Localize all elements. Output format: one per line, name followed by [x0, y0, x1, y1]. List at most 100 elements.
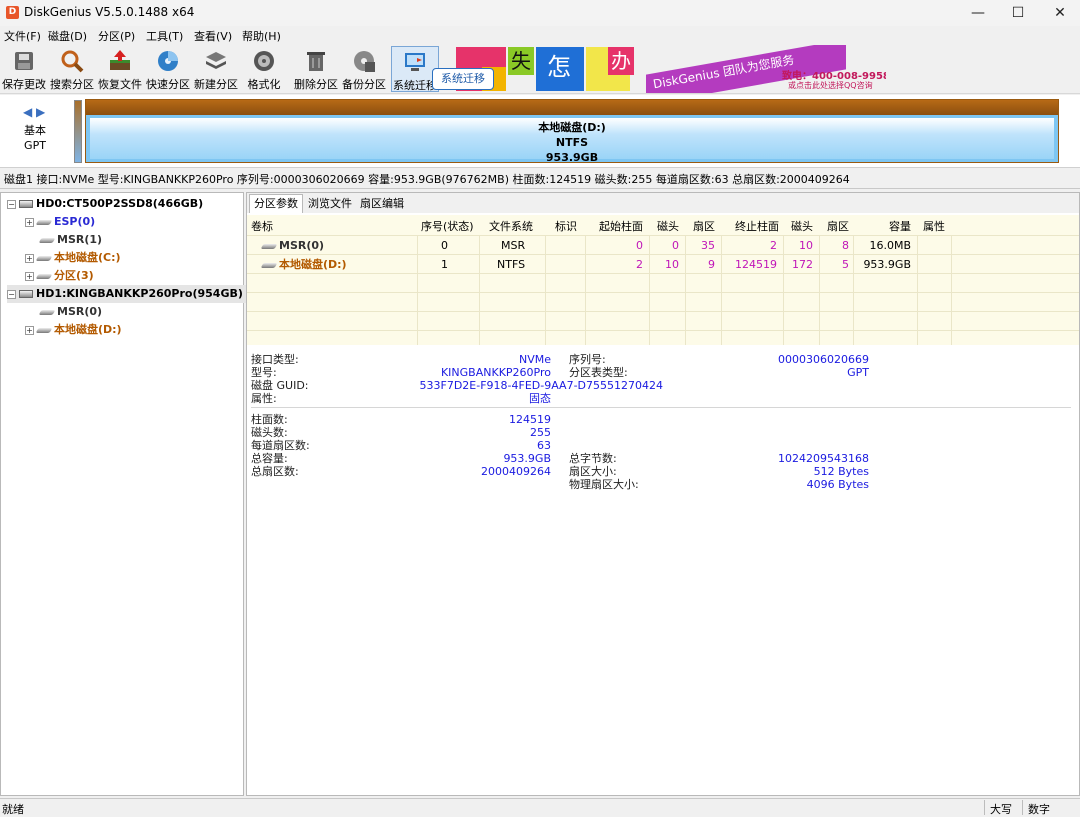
minimize-button[interactable]: — — [956, 0, 1000, 26]
detail-label: 柱面数: — [251, 413, 288, 426]
tree-item-part3[interactable]: + 分区(3) — [25, 267, 94, 285]
partition-icon — [35, 273, 53, 279]
cell-label: 本地磁盘(D:) — [259, 255, 347, 274]
detail-value: 4096 Bytes — [806, 478, 869, 491]
tab-partition-params[interactable]: 分区参数 — [249, 194, 303, 213]
save-icon — [15, 52, 33, 70]
disk-tree: − HD0:CT500P2SSD8(466GB) + ESP(0) MSR(1) +… — [0, 192, 247, 796]
quick-partition-label: 快速分区 — [146, 78, 190, 91]
recover-files-button[interactable]: 恢复文件 — [96, 46, 144, 92]
detail-label: 磁盘 GUID: — [251, 379, 309, 392]
tree-label: MSR(1) — [57, 233, 103, 246]
quick-partition-icon — [158, 51, 178, 71]
detail-value: 953.9GB — [503, 452, 551, 465]
title-bar: D DiskGenius V5.5.0.1488 x64 — ☐ ✕ — [0, 0, 1080, 26]
expand-icon[interactable]: + — [25, 253, 34, 263]
new-partition-label: 新建分区 — [194, 78, 238, 91]
format-label: 格式化 — [247, 78, 281, 91]
save-changes-button[interactable]: 保存更改 — [0, 46, 48, 92]
tree-item-c[interactable]: + 本地磁盘(C:) — [25, 249, 121, 267]
cell-end-head: 10 — [799, 239, 813, 252]
msr-partition-block[interactable] — [74, 100, 82, 163]
detail-value: 固态 — [529, 392, 551, 405]
detail-value: NVMe — [518, 353, 551, 366]
backup-partition-button[interactable]: 备份分区 — [340, 46, 388, 92]
cell-end-head: 172 — [792, 258, 813, 271]
menu-tools[interactable]: 工具(T) — [146, 28, 183, 44]
tree-item-msr0[interactable]: MSR(0) — [37, 303, 102, 321]
status-divider — [1022, 800, 1023, 815]
table-row[interactable]: MSR(0) 0 MSR 0 0 35 2 10 8 16.0MB — [247, 235, 1079, 254]
cell-index: 0 — [441, 239, 448, 252]
disk-details: 接口类型: NVMe 序列号: 0000306020669 型号: KINGBA… — [247, 347, 1079, 795]
expand-icon[interactable]: + — [25, 271, 34, 281]
tab-browse-files[interactable]: 浏览文件 — [305, 194, 355, 213]
ad-banner[interactable]: 失 怎 办 DiskGenius 团队为您服务 致电：400-008-9958 … — [456, 45, 886, 93]
tree-item-hd1[interactable]: − HD1:KINGBANKKP260Pro(954GB) — [7, 285, 247, 303]
cell-start-sector: 35 — [701, 239, 715, 252]
menu-partition[interactable]: 分区(P) — [98, 28, 135, 44]
table-row[interactable]: 本地磁盘(D:) 1 NTFS 2 10 9 124519 172 5 953.… — [247, 254, 1079, 273]
backup-icon — [354, 51, 375, 72]
col-header: 标识 — [555, 220, 577, 233]
detail-label: 总字节数: — [569, 452, 617, 465]
disk-info-line: 磁盘1 接口:NVMe 型号:KINGBANKKP260Pro 序列号:0000… — [4, 173, 850, 186]
format-button[interactable]: 格式化 — [240, 46, 288, 92]
tree-label: 本地磁盘(D:) — [54, 323, 122, 336]
tree-item-msr1[interactable]: MSR(1) — [37, 231, 102, 249]
ad-tile: 失 — [508, 47, 534, 75]
tab-bar: 分区参数 浏览文件 扇区编辑 — [247, 193, 1079, 213]
tree-item-hd0[interactable]: − HD0:CT500P2SSD8(466GB) — [7, 195, 203, 213]
menu-file[interactable]: 文件(F) — [4, 28, 41, 44]
menu-view[interactable]: 查看(V) — [194, 28, 232, 44]
tree-item-esp[interactable]: + ESP(0) — [25, 213, 95, 231]
ad-qq-link[interactable]: 或点击此处选择QQ咨询 — [788, 80, 873, 91]
delete-partition-button[interactable]: 删除分区 — [292, 46, 340, 92]
cell-start-head: 10 — [665, 258, 679, 271]
detail-value: 0000306020669 — [778, 353, 869, 366]
cell-label: MSR(0) — [259, 236, 324, 255]
expand-icon[interactable]: + — [25, 217, 34, 227]
disk-icon — [19, 290, 33, 298]
detail-label: 扇区大小: — [569, 465, 617, 478]
tree-item-d[interactable]: + 本地磁盘(D:) — [25, 321, 122, 339]
partition-table: 卷标 序号(状态) 文件系统 标识 起始柱面 磁头 扇区 终止柱面 磁头 扇区 … — [247, 215, 1079, 345]
collapse-icon[interactable]: − — [7, 199, 16, 209]
collapse-icon[interactable]: − — [7, 289, 16, 299]
detail-label: 型号: — [251, 366, 277, 379]
maximize-button[interactable]: ☐ — [996, 0, 1040, 26]
partition-block-d[interactable]: 本地磁盘(D:) NTFS 953.9GB — [85, 99, 1059, 163]
tab-sector-edit[interactable]: 扇区编辑 — [357, 194, 407, 213]
menu-disk[interactable]: 磁盘(D) — [48, 28, 87, 44]
search-partition-button[interactable]: 搜索分区 — [48, 46, 96, 92]
disk-map-bar: ◀ ▶ 基本 GPT 本地磁盘(D:) NTFS 953.9GB — [0, 95, 1080, 168]
detail-label: 每道扇区数: — [251, 439, 310, 452]
disk-nav-arrows[interactable]: ◀ ▶ — [23, 105, 45, 119]
expand-icon[interactable]: + — [25, 325, 34, 335]
detail-value: 533F7D2E-F918-4FED-9AA7-D75551270424 — [419, 379, 664, 392]
detail-value: 512 Bytes — [813, 465, 869, 478]
detail-label: 总容量: — [251, 452, 288, 465]
tree-label: 本地磁盘(C:) — [54, 251, 121, 264]
quick-partition-button[interactable]: 快速分区 — [144, 46, 192, 92]
new-partition-icon — [206, 52, 226, 69]
partition-icon — [260, 243, 278, 249]
num-lock-indicator: 数字 — [1028, 803, 1050, 816]
ad-tile: 怎 — [547, 53, 571, 81]
partition-icon — [35, 219, 53, 225]
cell-capacity: 953.9GB — [863, 258, 911, 271]
divider — [0, 188, 1080, 189]
col-header: 卷标 — [251, 220, 273, 233]
tree-label: MSR(0) — [57, 305, 103, 318]
detail-value: KINGBANKKP260Pro — [440, 366, 551, 379]
detail-value: 1024209543168 — [778, 452, 869, 465]
detail-label: 序列号: — [569, 353, 606, 366]
cell-label-text: MSR(0) — [279, 239, 325, 252]
detail-value: 124519 — [509, 413, 551, 426]
new-partition-button[interactable]: 新建分区 — [192, 46, 240, 92]
disk-icon — [19, 200, 33, 208]
col-header: 属性 — [923, 220, 945, 233]
menu-help[interactable]: 帮助(H) — [242, 28, 281, 44]
cell-fs: MSR — [501, 239, 526, 252]
close-button[interactable]: ✕ — [1038, 0, 1080, 26]
